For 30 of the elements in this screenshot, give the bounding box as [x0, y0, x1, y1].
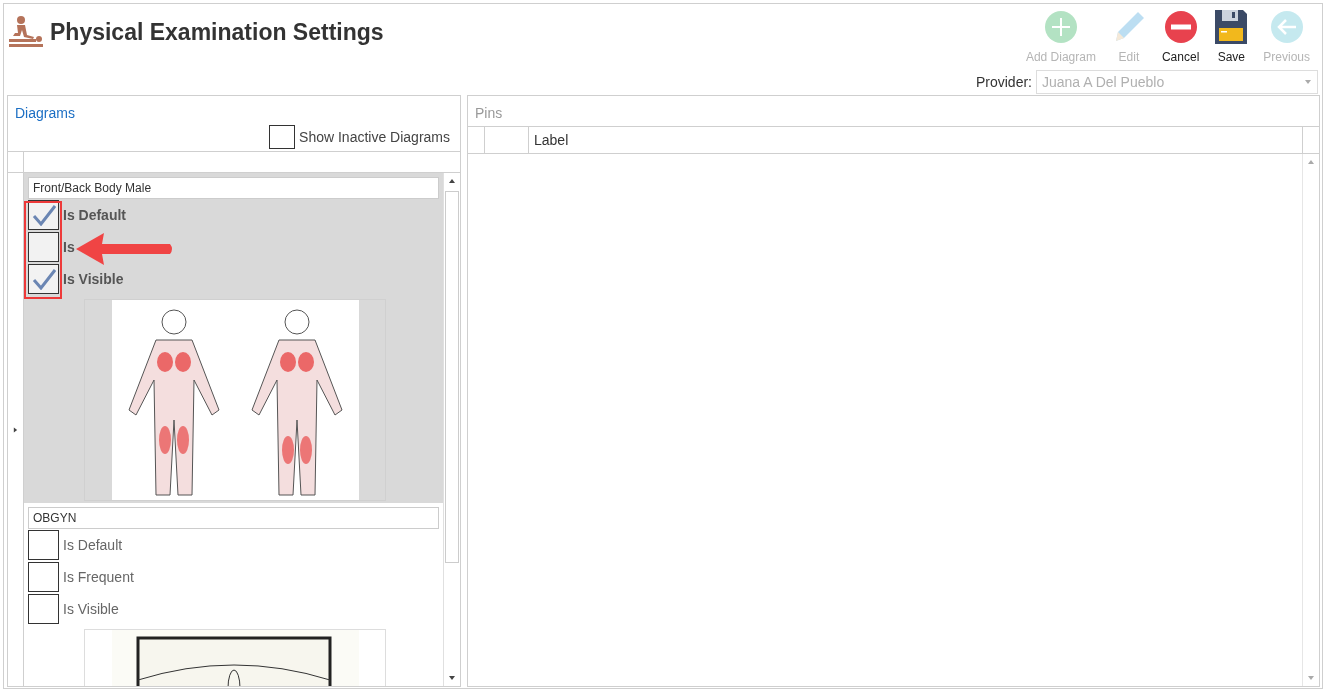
checkbox[interactable] — [269, 125, 296, 149]
panel-title: Pins — [474, 104, 504, 123]
row-indicator-icon — [13, 425, 18, 434]
checkbox[interactable] — [28, 264, 59, 294]
checkbox[interactable] — [28, 200, 59, 230]
checkbox-label: Is Visible — [63, 601, 119, 617]
diagram-name-field[interactable]: Front/Back Body Male — [28, 177, 439, 199]
panel-title: Diagrams — [14, 104, 76, 123]
massage-therapy-icon — [8, 16, 44, 48]
checkbox[interactable] — [28, 232, 59, 262]
checkbox[interactable] — [28, 594, 59, 624]
dropdown-caret-icon — [1304, 78, 1312, 86]
checkbox[interactable] — [28, 530, 59, 560]
column-header[interactable]: Label — [529, 127, 1303, 153]
checkbox-label: Is — [63, 239, 75, 255]
checkbox-label: Is Frequent — [63, 569, 134, 585]
selected-row-background[interactable]: Front/Back Body Male Is Default Is Is Visible — [24, 173, 443, 503]
scrollbar[interactable] — [443, 173, 460, 686]
provider-label: Provider: — [975, 74, 1032, 90]
save-button[interactable]: Save — [1207, 8, 1256, 66]
cancel-button[interactable]: Cancel — [1153, 8, 1208, 66]
window-title: Physical Examination Settings — [50, 18, 384, 46]
minus-circle-icon — [1163, 10, 1198, 44]
diagram-name-field[interactable]: OBGYN — [28, 507, 439, 529]
checkbox-label: Is Default — [63, 537, 123, 553]
checkbox-label: Is Default — [63, 207, 126, 223]
plus-icon — [1043, 10, 1078, 44]
checkbox[interactable] — [28, 562, 59, 592]
checkbox-label: Show Inactive Diagrams — [299, 129, 450, 145]
checkbox-label: Is Visible — [63, 271, 124, 287]
